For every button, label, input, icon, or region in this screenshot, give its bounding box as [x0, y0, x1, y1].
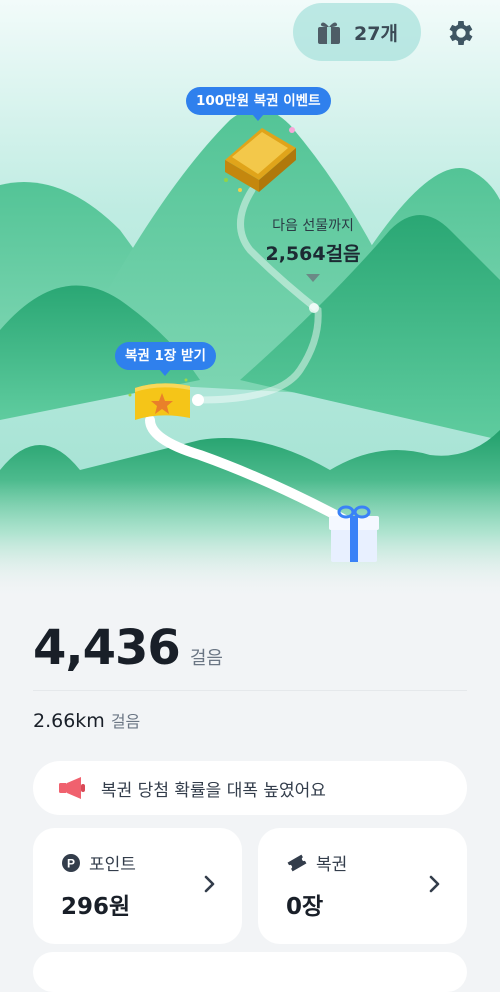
point-coin-icon: P: [62, 853, 80, 872]
chevron-right-icon: [204, 875, 215, 893]
gear-icon: [449, 21, 473, 45]
svg-text:P: P: [67, 856, 75, 870]
gift-count-button[interactable]: 27개: [293, 3, 421, 61]
next-gift-steps: 2,564걸음: [265, 243, 361, 265]
lottery-value: 0장: [286, 894, 324, 920]
next-gift-pointer: [306, 274, 320, 282]
ticket-icon: [287, 854, 307, 871]
divider: [33, 690, 467, 691]
event-pill-label[interactable]: 100만원 복권 이벤트: [186, 87, 331, 121]
next-gift-label: 다음 선물까지: [272, 218, 354, 234]
step-count-value: 4,436: [33, 620, 181, 676]
megaphone-icon: [59, 777, 85, 799]
distance-unit: 걸음: [110, 712, 141, 731]
points-title: 포인트: [89, 855, 136, 875]
lottery-card[interactable]: 복권 0장: [258, 828, 467, 944]
points-value: 296원: [61, 894, 131, 920]
next-card-partial[interactable]: [33, 952, 467, 992]
gift-icon: [318, 22, 341, 44]
step-count: 4,436 걸음: [33, 620, 223, 676]
step-count-unit: 걸음: [189, 648, 223, 669]
next-gift-info: 다음 선물까지 2,564걸음: [256, 215, 370, 282]
distance-value: 2.66km: [33, 710, 105, 732]
walking-map: 100만원 복권 이벤트 복권 1장 받기 다음 선물까지 2,564걸음: [0, 0, 500, 600]
chevron-right-icon: [429, 875, 440, 893]
points-card[interactable]: P 포인트 296원: [33, 828, 242, 944]
lottery-odds-banner[interactable]: 복권 당첨 확률을 대폭 높였어요: [33, 761, 467, 815]
settings-button[interactable]: [440, 12, 482, 54]
lottery-title: 복권: [316, 855, 348, 875]
ticket-pill-label[interactable]: 복권 1장 받기: [115, 342, 216, 376]
gift-count: 27개: [354, 22, 398, 45]
banner-text: 복권 당첨 확률을 대폭 높였어요: [101, 780, 326, 801]
distance: 2.66km 걸음: [33, 708, 140, 732]
